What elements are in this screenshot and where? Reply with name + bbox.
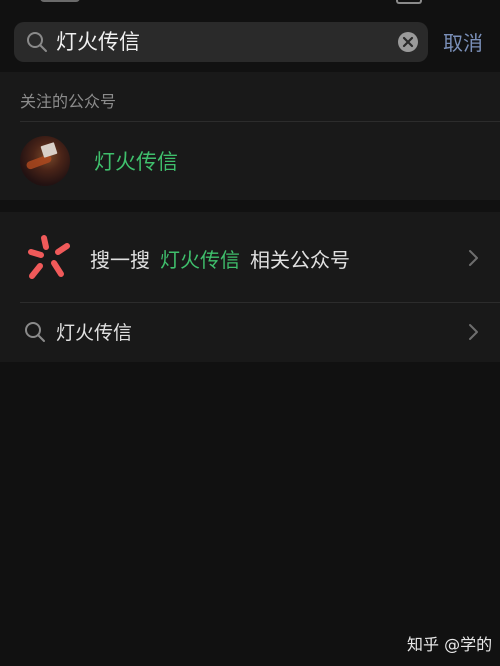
search-input[interactable]: 灯火传信 [56, 27, 376, 57]
avatar [20, 136, 70, 186]
status-bar-left-indicator [40, 0, 80, 2]
followed-accounts-section: 关注的公众号 灯火传信 [0, 72, 500, 200]
chevron-right-icon [466, 323, 480, 341]
avatar-spark [40, 142, 58, 158]
search-bar[interactable]: 灯火传信 [14, 22, 428, 62]
watermark: 知乎 @学的 [407, 635, 493, 654]
chevron-right-icon [466, 249, 480, 267]
sousou-logo-icon [22, 230, 78, 286]
clear-icon[interactable] [397, 31, 419, 53]
sousou-prefix: 搜一搜 [90, 248, 150, 272]
account-name: 灯火传信 [94, 150, 178, 174]
search-suggestions-section: 搜一搜 灯火传信 相关公众号 灯火传信 [0, 212, 500, 362]
status-bar-right-indicator [396, 0, 422, 4]
sousou-row[interactable]: 搜一搜 灯火传信 相关公众号 [0, 212, 500, 302]
query-suggestion-row[interactable]: 灯火传信 [0, 302, 500, 362]
search-icon [26, 31, 48, 53]
account-row[interactable]: 灯火传信 [0, 122, 500, 200]
sousou-text: 搜一搜 灯火传信 相关公众号 [90, 244, 350, 273]
status-bar [0, 0, 500, 8]
section-title: 关注的公众号 [20, 92, 117, 111]
sousou-keyword: 灯火传信 [160, 248, 240, 272]
cancel-button[interactable]: 取消 [443, 28, 483, 58]
sousou-suffix: 相关公众号 [250, 248, 350, 272]
search-icon [24, 321, 46, 343]
query-suggestion-text: 灯火传信 [56, 322, 133, 344]
